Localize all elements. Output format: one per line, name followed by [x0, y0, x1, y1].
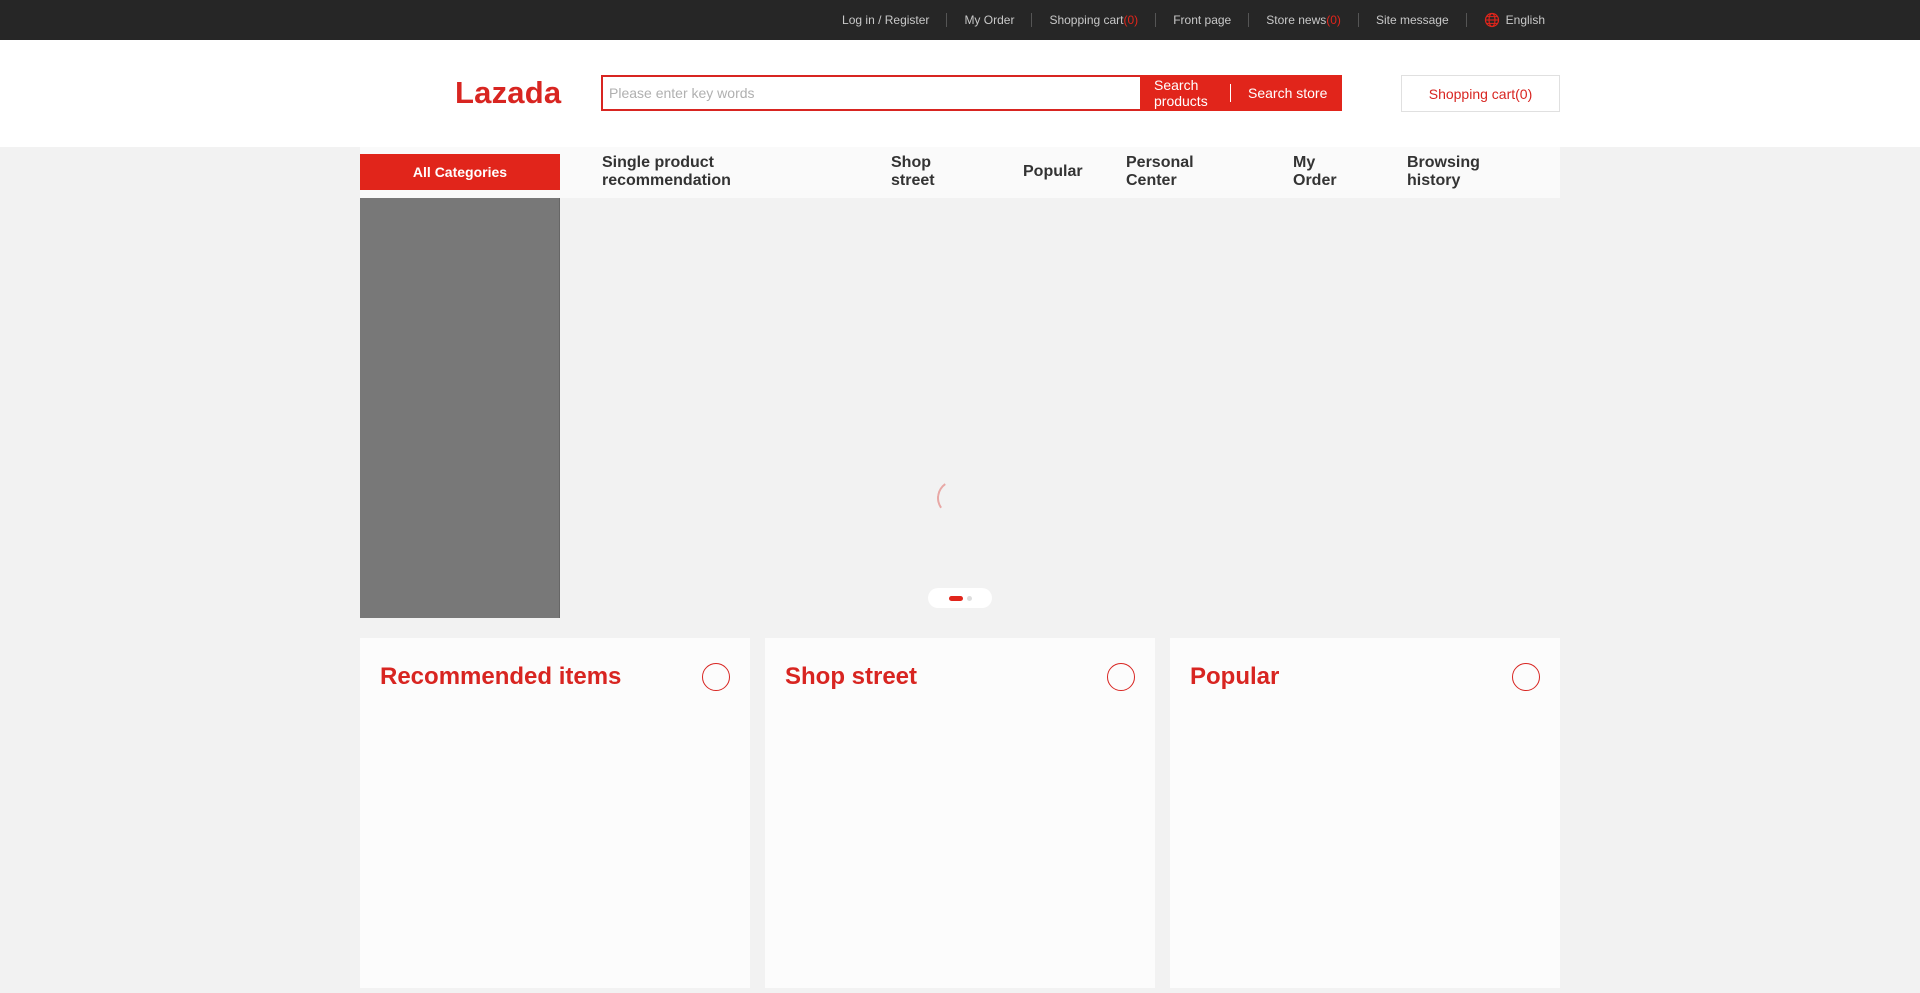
section-card-shop-street: Shop street [765, 638, 1155, 988]
nav-item-personal-center[interactable]: Personal Center [1126, 154, 1206, 190]
login-register-label: Log in / Register [842, 13, 930, 27]
top-bar: Log in / Register My Order Shopping cart… [0, 0, 1920, 40]
section-title[interactable]: Shop street [785, 663, 917, 691]
all-categories-label: All Categories [412, 164, 508, 180]
language-selector[interactable]: English [1467, 12, 1545, 28]
section-card-recommended-items: Recommended items [360, 638, 750, 988]
all-categories-button[interactable]: All Categories [360, 154, 560, 190]
nav-item-popular[interactable]: Popular [1023, 163, 1083, 181]
store-news-link[interactable]: Store news (0) [1249, 13, 1359, 27]
section-card-popular: Popular [1170, 638, 1560, 988]
shopping-cart-count: (0) [1123, 13, 1139, 27]
shopping-cart-link[interactable]: Shopping cart (0) [1032, 13, 1157, 27]
site-message-label: Site message [1375, 13, 1449, 27]
search-products-button[interactable]: Search products [1140, 77, 1230, 109]
main-nav: All Categories Single product recommenda… [360, 147, 1560, 198]
header-cart-label: Shopping cart(0) [1428, 85, 1533, 102]
search-store-button[interactable]: Search store [1231, 85, 1327, 101]
store-news-count: (0) [1326, 13, 1341, 27]
circle-more-icon[interactable] [1107, 663, 1135, 691]
circle-more-icon[interactable] [702, 663, 730, 691]
front-page-link[interactable]: Front page [1156, 13, 1250, 27]
nav-item-shop-street[interactable]: Shop street [891, 154, 951, 190]
section-title[interactable]: Popular [1190, 663, 1279, 691]
banner-carousel[interactable] [560, 198, 1560, 618]
category-panel[interactable] [360, 198, 560, 618]
my-order-link[interactable]: My Order [947, 13, 1033, 27]
nav-item-single-product-recommendation[interactable]: Single product recommendation [602, 154, 762, 190]
front-page-label: Front page [1173, 13, 1232, 27]
store-news-label: Store news [1266, 13, 1327, 27]
top-bar-links: Log in / Register My Order Shopping cart… [825, 0, 1545, 40]
login-register-link[interactable]: Log in / Register [825, 13, 948, 27]
search-input[interactable] [603, 77, 1140, 109]
section-title[interactable]: Recommended items [380, 663, 621, 691]
search-box [601, 75, 1142, 111]
circle-more-icon[interactable] [1512, 663, 1540, 691]
shopping-cart-label: Shopping cart [1049, 13, 1124, 27]
my-order-label: My Order [964, 13, 1015, 27]
globe-icon [1484, 12, 1499, 28]
language-label: English [1505, 13, 1545, 27]
search-buttons: Search products Search store [1140, 75, 1342, 111]
header-cart-button[interactable]: Shopping cart(0) [1401, 75, 1560, 112]
carousel-pagination [928, 588, 992, 608]
carousel-dot[interactable] [966, 595, 972, 601]
site-logo[interactable]: Lazada [455, 75, 561, 111]
site-message-link[interactable]: Site message [1359, 13, 1467, 27]
header: Lazada Search products Search store Shop… [0, 40, 1920, 147]
nav-item-my-order[interactable]: My Order [1293, 154, 1343, 190]
nav-item-browsing-history[interactable]: Browsing history [1407, 154, 1497, 190]
carousel-dot-active[interactable] [948, 595, 963, 601]
